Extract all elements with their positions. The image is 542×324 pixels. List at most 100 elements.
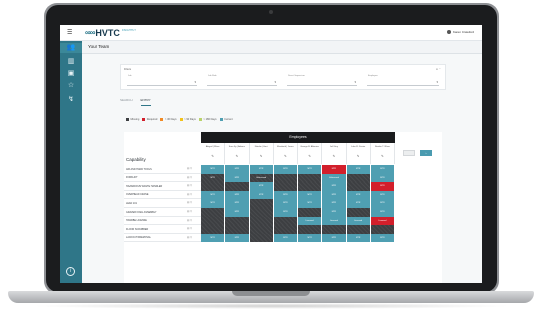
sidebar-item-route[interactable]: ↯: [65, 95, 77, 105]
matrix-cell[interactable]: MTR: [346, 233, 371, 243]
matrix-cell[interactable]: [225, 216, 250, 226]
matrix-cell[interactable]: MTR: [370, 165, 395, 174]
matrix-cell[interactable]: Licensed: [346, 216, 371, 226]
matrix-cell[interactable]: MTR: [249, 165, 274, 174]
pencil-icon[interactable]: ✎: [322, 154, 345, 158]
sidebar-item-chart[interactable]: ▥: [65, 57, 77, 67]
employee-column-header[interactable]: Natalie | Hart ✎: [250, 143, 274, 164]
matrix-cell[interactable]: [346, 208, 371, 217]
pencil-icon[interactable]: ✎: [347, 154, 370, 158]
matrix-cell[interactable]: MTR: [370, 190, 395, 200]
pencil-icon[interactable]: ✎: [225, 154, 248, 158]
matrix-cell[interactable]: Licensed: [322, 216, 347, 226]
matrix-cell[interactable]: [346, 225, 371, 234]
matrix-cell[interactable]: Unlicensed: [322, 173, 347, 183]
matrix-cell[interactable]: [201, 182, 226, 191]
save-button[interactable]: ›: [420, 150, 432, 156]
matrix-cell[interactable]: [201, 216, 226, 226]
matrix-cell[interactable]: [273, 173, 298, 183]
matrix-cell[interactable]: MTR: [346, 190, 371, 200]
matrix-cell[interactable]: Licensed: [370, 216, 395, 226]
info-icon[interactable]: i: [66, 267, 75, 276]
row-action-icons[interactable]: ▤ ⚲: [187, 193, 192, 196]
pencil-icon[interactable]: ✎: [371, 154, 394, 158]
matrix-cell[interactable]: MTR: [249, 182, 274, 191]
matrix-cell[interactable]: MTR: [225, 208, 250, 217]
matrix-cell[interactable]: [225, 182, 250, 191]
matrix-cell[interactable]: MTR: [225, 190, 250, 200]
matrix-cell[interactable]: MTR: [298, 233, 323, 243]
employee-select[interactable]: Employee ▾: [367, 75, 439, 86]
pencil-icon[interactable]: ✎: [298, 154, 321, 158]
matrix-cell[interactable]: MTR: [201, 165, 226, 174]
sidebar-item-people[interactable]: ☆: [65, 81, 77, 91]
matrix-cell[interactable]: [322, 225, 347, 234]
cancel-button[interactable]: [403, 150, 415, 156]
matrix-cell[interactable]: MTR: [298, 165, 323, 174]
matrix-cell[interactable]: [201, 208, 226, 217]
matrix-cell[interactable]: MTR: [298, 199, 323, 208]
matrix-cell[interactable]: MTR: [225, 173, 250, 183]
matrix-cell[interactable]: Unlicensed: [249, 173, 274, 183]
matrix-cell[interactable]: MTR: [370, 199, 395, 208]
pencil-icon[interactable]: ✎: [250, 154, 273, 158]
row-action-icons[interactable]: ▤ ⚲: [187, 219, 192, 222]
matrix-cell[interactable]: MTR: [370, 233, 395, 243]
matrix-cell[interactable]: MTR: [346, 199, 371, 208]
row-action-icons[interactable]: ▤ ⚲: [187, 167, 192, 170]
matrix-cell[interactable]: [273, 182, 298, 191]
sidebar-item-team[interactable]: 👥: [60, 43, 82, 53]
matrix-cell[interactable]: [346, 182, 371, 191]
hamburger-menu-icon[interactable]: ☰: [67, 29, 77, 36]
matrix-cell[interactable]: MTR: [346, 165, 371, 174]
job-role-select[interactable]: Job Role ▾: [207, 75, 277, 86]
matrix-cell[interactable]: MTR: [273, 190, 298, 200]
user-menu[interactable]: Karen Crawford: [446, 30, 474, 34]
matrix-cell[interactable]: MTR: [249, 190, 274, 200]
matrix-cell[interactable]: MTR: [273, 233, 298, 243]
matrix-cell[interactable]: MTR: [322, 199, 347, 208]
matrix-cell[interactable]: MTR: [225, 233, 250, 243]
matrix-cell[interactable]: MTR: [225, 165, 250, 174]
matrix-cell[interactable]: MTR: [273, 208, 298, 217]
employee-column-header[interactable]: Natalie T. Rhoe ✎: [371, 143, 395, 164]
matrix-cell[interactable]: MTR: [273, 165, 298, 174]
matrix-cell[interactable]: [273, 225, 298, 234]
matrix-cell[interactable]: [273, 216, 298, 226]
matrix-cell[interactable]: [298, 182, 323, 191]
job-select[interactable]: Job ▾: [127, 75, 197, 86]
matrix-cell[interactable]: MTR: [370, 182, 395, 191]
matrix-cell[interactable]: MTR: [322, 165, 347, 174]
employee-column-header[interactable]: Elizabeth | Jones ✎: [274, 143, 298, 164]
matrix-cell[interactable]: MTR: [370, 173, 395, 183]
matrix-cell[interactable]: MTR: [273, 199, 298, 208]
matrix-cell[interactable]: [298, 225, 323, 234]
row-action-icons[interactable]: ▤ ⚲: [187, 184, 192, 187]
matrix-cell[interactable]: MTR: [322, 182, 347, 191]
matrix-cell[interactable]: [298, 208, 323, 217]
tab-search[interactable]: SEARCH: [120, 98, 133, 106]
matrix-cell[interactable]: [370, 225, 395, 234]
matrix-cell[interactable]: [225, 225, 250, 234]
matrix-cell[interactable]: [201, 225, 226, 234]
employee-column-header[interactable]: Abigail | Rhoe ✎: [201, 143, 226, 164]
matrix-cell[interactable]: [249, 199, 274, 208]
matrix-cell[interactable]: [249, 225, 274, 234]
matrix-cell[interactable]: [249, 233, 274, 243]
matrix-cell[interactable]: [298, 173, 323, 183]
employee-column-header[interactable]: Sam Sy | Adams ✎: [225, 143, 250, 164]
matrix-cell[interactable]: MTR: [201, 190, 226, 200]
matrix-cell[interactable]: Licensed: [298, 216, 323, 226]
pencil-icon[interactable]: ✎: [201, 154, 224, 158]
sidebar-item-id-card[interactable]: ▣: [65, 69, 77, 79]
supervisor-select[interactable]: Direct Supervisor ▾: [287, 75, 357, 86]
matrix-cell[interactable]: [249, 216, 274, 226]
matrix-cell[interactable]: MTR: [322, 190, 347, 200]
row-action-icons[interactable]: ▤ ⚲: [187, 210, 192, 213]
employee-column-header[interactable]: Luke R. Foster ✎: [347, 143, 371, 164]
row-action-icons[interactable]: ▤ ⚲: [187, 201, 192, 204]
matrix-cell[interactable]: MTR: [201, 233, 226, 243]
matrix-cell[interactable]: [346, 173, 371, 183]
filters-controls-icon[interactable]: ⊗ ⌃: [436, 68, 441, 71]
matrix-cell[interactable]: MTR: [225, 199, 250, 208]
